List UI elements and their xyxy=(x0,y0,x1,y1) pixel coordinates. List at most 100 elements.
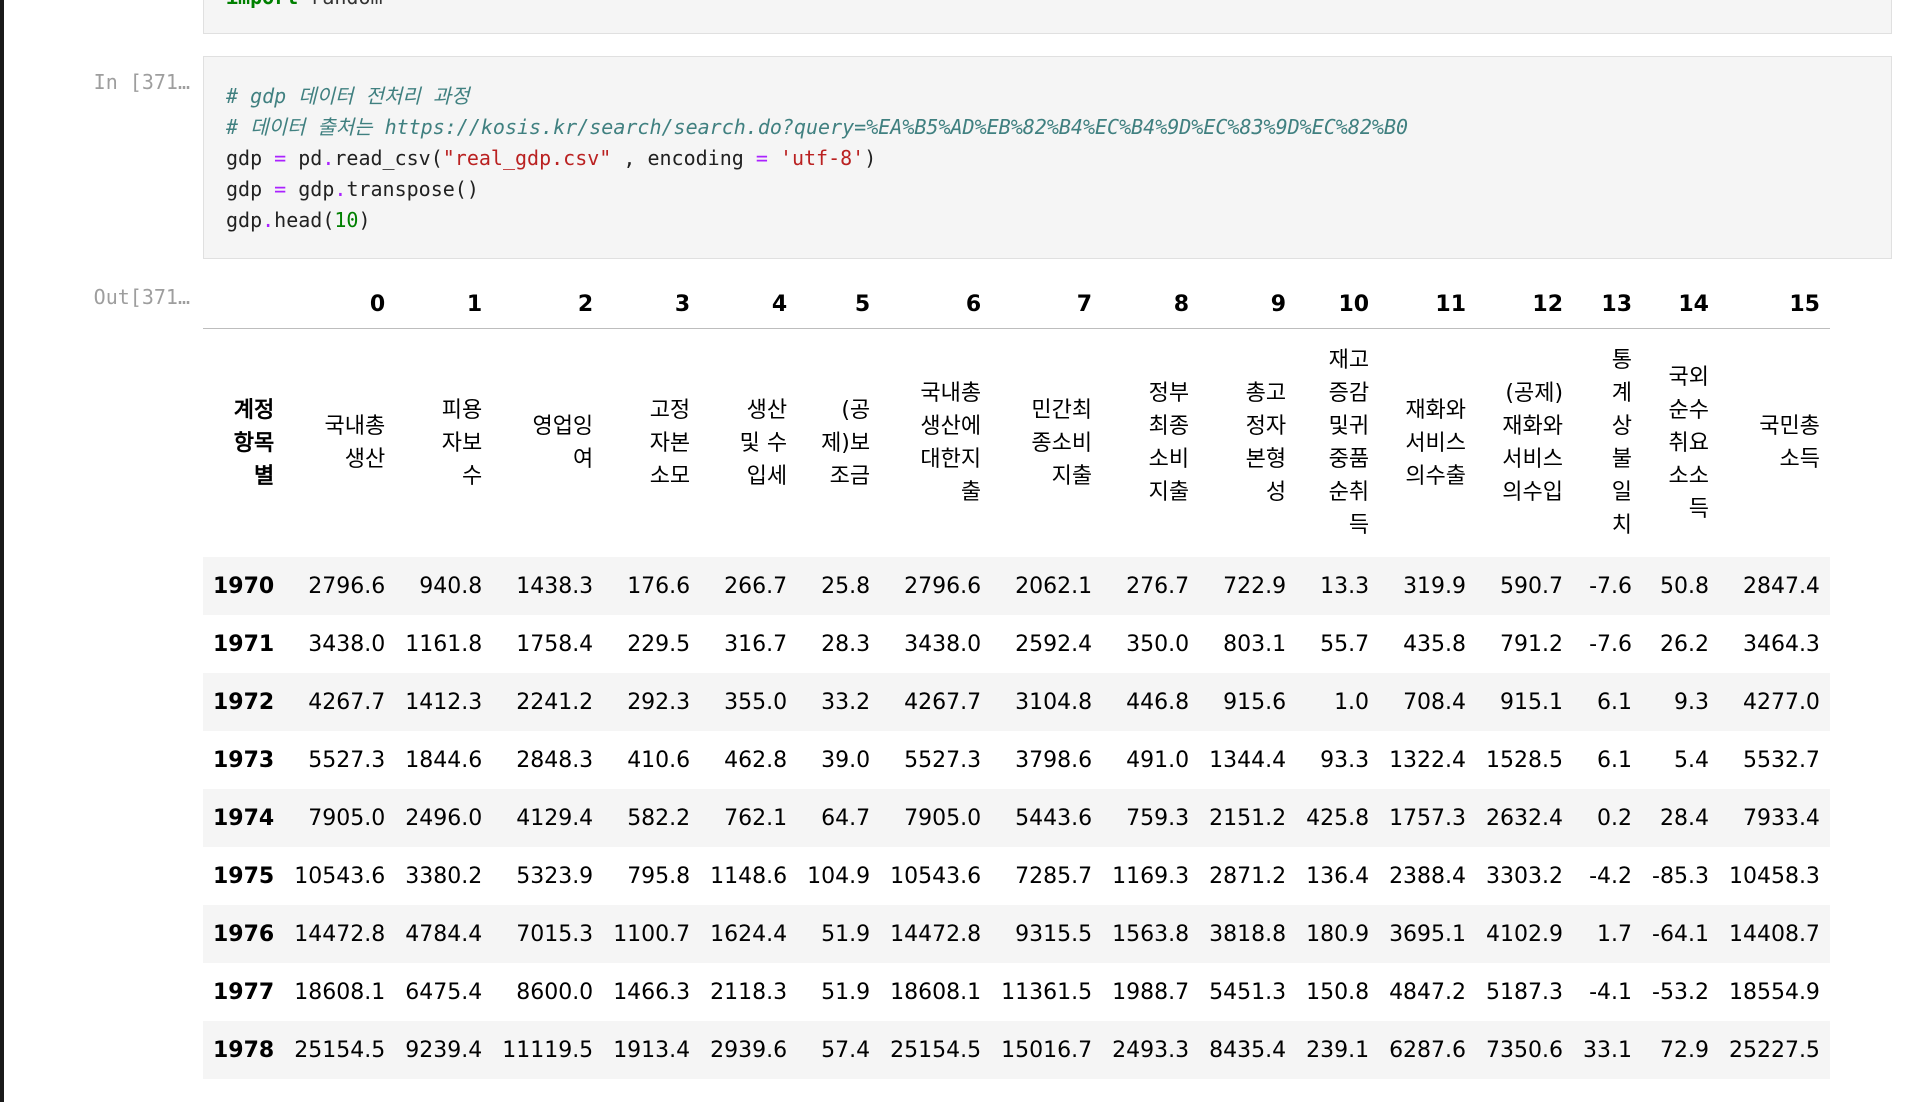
column-name-text: (공제)보조금 xyxy=(821,397,871,489)
column-name-text: 통계상불일치 xyxy=(1611,348,1633,538)
table-row: 1973 5527.3 1844.6 2848.3 410.6 462.8 39.0 5527… xyxy=(203,731,1830,789)
row-index: 1976 xyxy=(213,921,275,947)
table-cell: 10543.6 xyxy=(294,863,386,889)
table-cell: 14472.8 xyxy=(294,921,386,947)
column-index: 0 xyxy=(284,280,396,329)
table-cell: 3464.3 xyxy=(1742,631,1820,657)
table-cell: 1412.3 xyxy=(405,689,483,715)
index-name-header: 계정항목별 xyxy=(233,397,275,489)
code-editor[interactable]: # gdp 데이터 전처리 과정 # 데이터 출처는 https://kosis.… xyxy=(226,81,1408,236)
column-name: 국내총생산에 대한지출 xyxy=(880,329,991,558)
table-cell: 590.7 xyxy=(1500,573,1564,599)
column-name-text: 정부최종소비지출 xyxy=(1148,381,1190,505)
table-cell: 5187.3 xyxy=(1486,979,1564,1005)
column-name: 국내총생산 xyxy=(284,329,395,558)
table-cell: 2632.4 xyxy=(1486,805,1564,831)
table-cell: 4847.2 xyxy=(1389,979,1467,1005)
column-name: 민간최종소비지출 xyxy=(991,329,1102,558)
column-name-text: 국내총생산에 대한지출 xyxy=(920,381,982,505)
table-cell: 2151.2 xyxy=(1209,805,1287,831)
column-index: 9 xyxy=(1199,280,1297,329)
code-line: gdp = gdp.transpose() xyxy=(226,174,1408,205)
table-cell: 10543.6 xyxy=(890,863,982,889)
table-row: 1971 3438.0 1161.8 1758.4 229.5 316.7 28.3 3438… xyxy=(203,615,1830,673)
column-name: (공제)재화와서비스의수입 xyxy=(1476,329,1573,558)
column-name: 재화와서비스의수출 xyxy=(1379,329,1476,558)
column-index: 2 xyxy=(492,280,604,329)
previous-code-line: import random xyxy=(204,0,1891,9)
table-cell: -53.2 xyxy=(1652,979,1709,1005)
code-cell[interactable]: # gdp 데이터 전처리 과정 # 데이터 출처는 https://kosis.… xyxy=(203,56,1892,259)
table-cell: 57.4 xyxy=(821,1037,871,1063)
code-token: read_csv( xyxy=(334,146,443,170)
row-index: 1978 xyxy=(213,1037,275,1063)
table-cell: 6475.4 xyxy=(405,979,483,1005)
table-cell: 2241.2 xyxy=(516,689,594,715)
table-cell: 136.4 xyxy=(1306,863,1370,889)
code-token: 'utf-8' xyxy=(779,146,865,170)
code-token: . xyxy=(334,177,347,201)
column-name: (공제)보조금 xyxy=(797,329,880,558)
table-cell: 722.9 xyxy=(1223,573,1287,599)
column-index: 7 xyxy=(991,280,1103,329)
table-cell: 1563.8 xyxy=(1112,921,1190,947)
column-index: 13 xyxy=(1573,280,1643,329)
row-index: 1975 xyxy=(213,863,275,889)
window-left-border xyxy=(0,0,4,1102)
table-cell: 229.5 xyxy=(627,631,691,657)
column-index: 8 xyxy=(1102,280,1200,329)
table-cell: 4784.4 xyxy=(405,921,483,947)
table-cell: 18554.9 xyxy=(1728,979,1820,1005)
table-cell: 5527.3 xyxy=(308,747,386,773)
table-cell: 2848.3 xyxy=(516,747,594,773)
table-cell: 64.7 xyxy=(821,805,871,831)
table-cell: 7933.4 xyxy=(1742,805,1820,831)
table-cell: 55.7 xyxy=(1320,631,1370,657)
table-cell: -7.6 xyxy=(1589,573,1633,599)
code-token: gdp xyxy=(226,177,275,201)
table-cell: 319.9 xyxy=(1403,573,1467,599)
table-cell: 1757.3 xyxy=(1389,805,1467,831)
table-cell: 759.3 xyxy=(1126,805,1190,831)
table-cell: 3438.0 xyxy=(308,631,386,657)
table-cell: 3303.2 xyxy=(1486,863,1564,889)
table-cell: 410.6 xyxy=(627,747,691,773)
table-cell: 435.8 xyxy=(1403,631,1467,657)
table-cell: 1344.4 xyxy=(1209,747,1287,773)
table-cell: 11361.5 xyxy=(1001,979,1093,1005)
table-cell: 1844.6 xyxy=(405,747,483,773)
table-cell: 25.8 xyxy=(821,573,871,599)
table-cell: 1913.4 xyxy=(613,1037,691,1063)
table-cell: 940.8 xyxy=(419,573,483,599)
table-cell: 0.2 xyxy=(1597,805,1633,831)
table-cell: 51.9 xyxy=(821,921,871,947)
column-name: 국민총소득 xyxy=(1719,329,1830,558)
table-cell: 2939.6 xyxy=(710,1037,788,1063)
column-name: 정부최종소비지출 xyxy=(1102,329,1199,558)
table-cell: 15016.7 xyxy=(1001,1037,1093,1063)
table-cell: 4277.0 xyxy=(1742,689,1820,715)
code-token: gdp xyxy=(226,146,275,170)
table-cell: 1.7 xyxy=(1597,921,1633,947)
table-cell: 2388.4 xyxy=(1389,863,1467,889)
table-cell: 1322.4 xyxy=(1389,747,1467,773)
column-name: 생산 및 수입세 xyxy=(700,329,797,558)
column-name: 고정자본소모 xyxy=(603,329,700,558)
table-cell: 266.7 xyxy=(724,573,788,599)
table-cell: 446.8 xyxy=(1126,689,1190,715)
column-name: 총고정자본형성 xyxy=(1199,329,1296,558)
column-index-header: 0 1 2 3 4 5 6 7 8 9 10 11 12 13 14 15 xyxy=(203,280,1830,329)
table-body: 1970 2796.6 940.8 1438.3 176.6 266.7 25.8 2796.… xyxy=(203,557,1830,1079)
table-cell: 1.0 xyxy=(1334,689,1370,715)
code-token: = xyxy=(755,146,768,170)
table-cell: 2496.0 xyxy=(405,805,483,831)
previous-code-cell[interactable]: import random xyxy=(203,0,1892,34)
table-cell: 239.1 xyxy=(1306,1037,1370,1063)
table-cell: 355.0 xyxy=(724,689,788,715)
column-name: 재고증감 및귀중품 순취득 xyxy=(1296,329,1379,558)
table-cell: 3695.1 xyxy=(1389,921,1467,947)
table-cell: 1988.7 xyxy=(1112,979,1190,1005)
table-cell: 4129.4 xyxy=(516,805,594,831)
table-cell: 2493.3 xyxy=(1112,1037,1190,1063)
